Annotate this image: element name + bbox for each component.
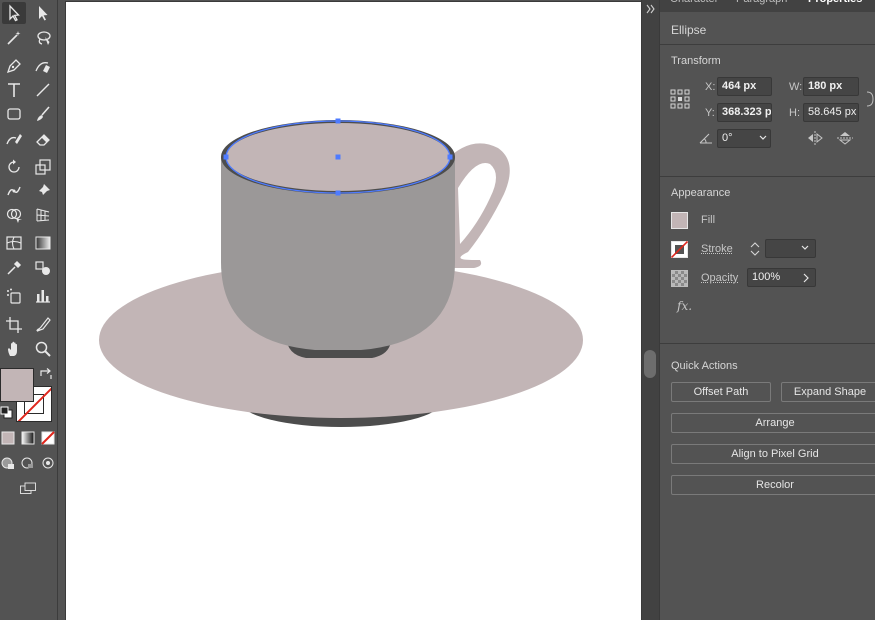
arrange-button[interactable]: Arrange: [671, 413, 875, 433]
direct-selection-tool-icon[interactable]: [31, 2, 55, 24]
tools-panel: [0, 0, 58, 620]
constrain-proportions-icon[interactable]: [865, 88, 875, 110]
eraser-tool-icon[interactable]: [31, 128, 55, 150]
opacity-expand-chevron-icon[interactable]: [802, 273, 810, 283]
graph-tool-icon[interactable]: [31, 285, 55, 307]
illustrator-window: Character Paragraph Properties Ellipse T…: [0, 0, 875, 620]
fill-color-swatch[interactable]: [671, 212, 688, 229]
line-tool-icon[interactable]: [31, 79, 55, 101]
opacity-checker-icon: [671, 270, 688, 287]
selection-tool-icon[interactable]: [2, 2, 26, 24]
draw-inside-icon[interactable]: [40, 455, 56, 471]
blend-tool-icon[interactable]: [31, 257, 55, 279]
eyedropper-tool-icon[interactable]: [2, 257, 26, 279]
h-label: H:: [789, 107, 800, 119]
quick-actions-title: Quick Actions: [671, 360, 738, 372]
tab-paragraph[interactable]: Paragraph: [736, 0, 787, 11]
zoom-tool-icon[interactable]: [31, 338, 55, 360]
angle-dropdown-chevron-icon[interactable]: [759, 135, 767, 141]
reference-point-icon[interactable]: [670, 89, 690, 109]
anchor-right[interactable]: [447, 154, 453, 160]
screen-mode-icon[interactable]: [16, 479, 40, 499]
x-label: X:: [705, 81, 716, 93]
w-label: W:: [789, 81, 803, 93]
artboard-tool-icon[interactable]: [2, 314, 26, 336]
teacup-artwork[interactable]: [66, 2, 641, 620]
opacity-label[interactable]: Opacity: [701, 272, 738, 284]
flip-vertical-icon[interactable]: [837, 131, 853, 145]
effects-fx-button[interactable]: fx.: [677, 299, 692, 313]
rectangle-tool-icon[interactable]: [2, 103, 26, 125]
divider: [660, 343, 875, 344]
slice-tool-icon[interactable]: [31, 314, 55, 336]
panel-dock-strip: [641, 0, 659, 620]
anchor-top[interactable]: [335, 118, 341, 124]
vertical-scrollbar-thumb[interactable]: [644, 350, 656, 378]
fill-swatch[interactable]: [0, 368, 34, 402]
pin-tool-icon[interactable]: [31, 180, 55, 202]
perspective-grid-tool-icon[interactable]: [31, 204, 55, 226]
y-label: Y:: [705, 107, 715, 119]
default-fill-stroke-icon[interactable]: [0, 406, 14, 420]
divider: [660, 44, 875, 45]
pen-tool-icon[interactable]: [2, 55, 26, 77]
stroke-weight-dropdown-icon[interactable]: [801, 245, 809, 251]
anchor-bottom[interactable]: [335, 190, 341, 196]
y-field[interactable]: 368.323 p: [717, 103, 772, 122]
fill-label: Fill: [701, 214, 716, 226]
draw-behind-icon[interactable]: [20, 455, 36, 471]
expand-shape-button[interactable]: Expand Shape: [781, 382, 875, 402]
rotate-tool-icon[interactable]: [2, 156, 26, 178]
align-to-pixel-grid-button[interactable]: Align to Pixel Grid: [671, 444, 875, 464]
scale-tool-icon[interactable]: [31, 156, 55, 178]
appearance-title: Appearance: [671, 187, 731, 199]
rotate-angle-icon: [699, 133, 712, 144]
gradient-mode-icon[interactable]: [20, 430, 36, 446]
artboard[interactable]: [66, 2, 641, 620]
lasso-tool-icon[interactable]: [31, 27, 55, 49]
object-type-label: Ellipse: [671, 23, 707, 37]
center-point[interactable]: [335, 154, 341, 160]
paintbrush-tool-icon[interactable]: [31, 103, 55, 125]
canvas-area[interactable]: [59, 0, 641, 620]
w-field[interactable]: 180 px: [803, 77, 859, 96]
transform-title: Transform: [671, 55, 721, 67]
shaper-tool-icon[interactable]: [2, 128, 26, 150]
mesh-tool-icon[interactable]: [2, 232, 26, 254]
shape-builder-tool-icon[interactable]: [2, 204, 26, 226]
panel-tab-bar: Character Paragraph Properties: [660, 0, 875, 12]
divider: [660, 176, 875, 177]
tab-properties[interactable]: Properties: [808, 0, 862, 11]
flip-horizontal-icon[interactable]: [807, 131, 823, 145]
stroke-weight-stepper-icon[interactable]: [749, 240, 761, 258]
symbol-sprayer-tool-icon[interactable]: [2, 285, 26, 307]
swap-fill-stroke-icon[interactable]: [36, 366, 56, 384]
none-mode-icon[interactable]: [40, 430, 56, 446]
hand-tool-icon[interactable]: [2, 338, 26, 360]
collapse-panels-icon[interactable]: [646, 4, 656, 14]
x-field[interactable]: 464 px: [717, 77, 772, 96]
curvature-tool-icon[interactable]: [31, 55, 55, 77]
recolor-button[interactable]: Recolor: [671, 475, 875, 495]
color-mode-icon[interactable]: [0, 430, 16, 446]
draw-normal-icon[interactable]: [0, 455, 16, 471]
anchor-left[interactable]: [223, 154, 229, 160]
gradient-tool-icon[interactable]: [31, 232, 55, 254]
stroke-label[interactable]: Stroke: [701, 243, 733, 255]
magic-wand-tool-icon[interactable]: [2, 27, 26, 49]
tab-character[interactable]: Character: [670, 0, 718, 11]
type-tool-icon[interactable]: [2, 79, 26, 101]
properties-panel: Character Paragraph Properties Ellipse T…: [659, 0, 875, 620]
stroke-color-swatch[interactable]: [671, 241, 688, 258]
puppet-warp-tool-icon[interactable]: [2, 180, 26, 202]
offset-path-button[interactable]: Offset Path: [671, 382, 771, 402]
h-field[interactable]: 58.645 px: [803, 103, 859, 122]
